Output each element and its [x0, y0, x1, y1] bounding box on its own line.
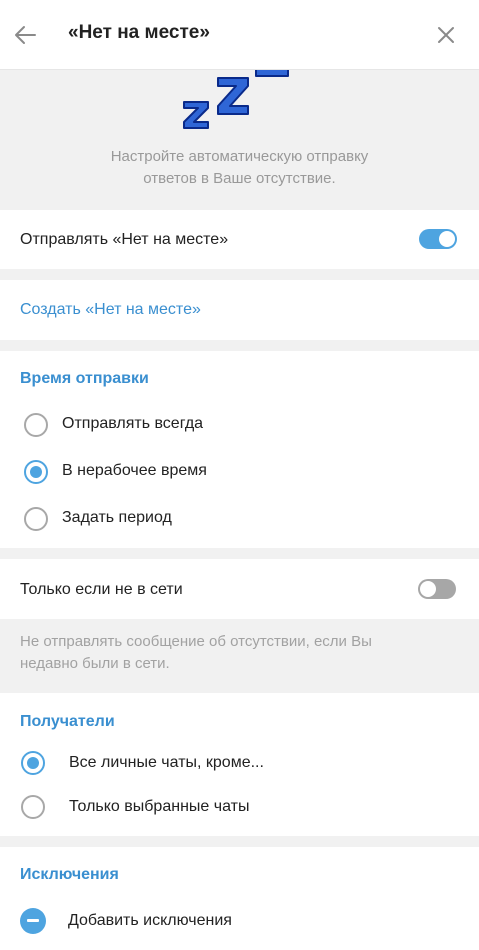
- add-exceptions-icon[interactable]: [20, 908, 46, 934]
- send-away-section: Отправлять «Нет на месте»: [0, 210, 479, 269]
- schedule-outside-hours-radio[interactable]: [24, 460, 48, 484]
- schedule-always-radio[interactable]: [24, 413, 48, 437]
- hero-description-line1: Настройте автоматическую отправку: [110, 148, 369, 165]
- hero-banner: Настройте автоматическую отправку ответо…: [0, 70, 479, 210]
- offline-note-line1: Не отправлять сообщение об отсутствии, е…: [20, 633, 372, 650]
- send-away-toggle[interactable]: [419, 229, 457, 249]
- recipients-section: Получатели Все личные чаты, кроме... Тол…: [0, 693, 479, 836]
- add-exceptions-label[interactable]: Добавить исключения: [68, 912, 232, 930]
- hero-description: Настройте автоматическую отправку ответо…: [0, 146, 479, 190]
- recipients-title: Получатели: [20, 713, 115, 730]
- create-away-message-link[interactable]: Создать «Нет на месте»: [20, 301, 201, 319]
- recipients-selected-radio[interactable]: [21, 795, 45, 819]
- schedule-custom-radio[interactable]: [24, 507, 48, 531]
- toggle-knob: [420, 581, 436, 597]
- hero-description-line2: ответов в Ваше отсутствие.: [143, 170, 336, 187]
- schedule-always-label[interactable]: Отправлять всегда: [62, 415, 203, 433]
- header: «Нет на месте»: [0, 0, 479, 70]
- offline-note-line2: недавно были в сети.: [20, 655, 170, 672]
- schedule-outside-hours-label[interactable]: В нерабочее время: [62, 462, 207, 480]
- offline-only-note-text: Не отправлять сообщение об отсутствии, е…: [20, 631, 460, 675]
- exceptions-title: Исключения: [20, 866, 119, 883]
- page-title: «Нет на месте»: [68, 22, 210, 43]
- offline-only-section: Только если не в сети: [0, 559, 479, 619]
- send-away-label: Отправлять «Нет на месте»: [20, 231, 229, 248]
- exceptions-section: Исключения Добавить исключения: [0, 847, 479, 950]
- sleeping-zzz-icon: [180, 70, 300, 130]
- schedule-title: Время отправки: [20, 370, 149, 387]
- toggle-knob: [439, 231, 455, 247]
- schedule-section: Время отправки Отправлять всегда В нераб…: [0, 351, 479, 548]
- close-icon[interactable]: [431, 20, 461, 50]
- recipients-selected-label[interactable]: Только выбранные чаты: [69, 798, 249, 816]
- offline-only-label: Только если не в сети: [20, 581, 183, 598]
- offline-only-note: Не отправлять сообщение об отсутствии, е…: [0, 619, 479, 693]
- create-section: Создать «Нет на месте»: [0, 280, 479, 340]
- offline-only-toggle[interactable]: [418, 579, 456, 599]
- recipients-all-except-label[interactable]: Все личные чаты, кроме...: [69, 754, 264, 772]
- schedule-custom-label[interactable]: Задать период: [62, 509, 172, 527]
- back-arrow-icon[interactable]: [10, 20, 40, 50]
- recipients-all-except-radio[interactable]: [21, 751, 45, 775]
